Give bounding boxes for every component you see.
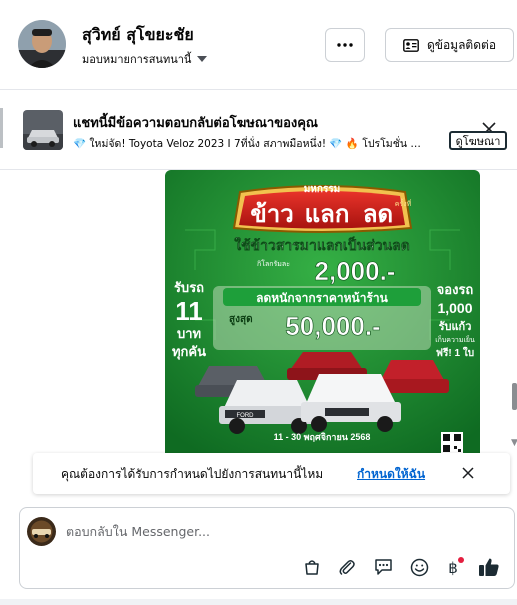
view-contact-label: ดูข้อมูลติดต่อ bbox=[426, 37, 497, 52]
promo-date: 11 - 30 พฤศจิกายน 2568 bbox=[274, 432, 371, 442]
assign-label: มอบหมายการสนทนานี้ bbox=[82, 53, 192, 66]
conversation-header: สุวิทย์ สุโขยะชัย มอบหมายการสนทนานี้ ดูข… bbox=[0, 0, 517, 90]
promo-right-line3: เก็บความเย็น bbox=[435, 335, 475, 344]
promo-right-line4: ฟรี! 1 ใบ bbox=[436, 346, 474, 359]
attach-button[interactable] bbox=[336, 556, 358, 578]
more-button[interactable] bbox=[325, 28, 365, 62]
svg-text:฿: ฿ bbox=[448, 559, 458, 577]
reply-composer: ฿ bbox=[19, 507, 515, 589]
assign-conversation-dropdown[interactable]: มอบหมายการสนทนานี้ bbox=[82, 50, 208, 68]
promo-right-line1: จองรถ bbox=[437, 282, 474, 297]
bag-icon bbox=[305, 560, 319, 575]
promo-graphic: มหกรรม ข้าว แลก ลด ครั้งที่ ใช้ข้าวสารมา… bbox=[165, 170, 480, 455]
avatar[interactable] bbox=[18, 20, 66, 68]
message-thread[interactable]: มหกรรม ข้าว แลก ลด ครั้งที่ ใช้ข้าวสารมา… bbox=[0, 170, 512, 500]
bottom-edge bbox=[0, 599, 517, 605]
caret-down-icon bbox=[197, 56, 208, 62]
baht-icon: ฿ bbox=[448, 557, 464, 577]
promo-max-label: สูงสุด bbox=[229, 314, 253, 326]
promo-discount-label: ลดหนักจากราคาหน้าร้าน bbox=[256, 291, 389, 305]
avatar-photo bbox=[18, 20, 66, 68]
promo-right-line2: รับแก้ว bbox=[439, 320, 472, 333]
promo-headline-word-2: แลก bbox=[305, 201, 350, 228]
contact-card-icon bbox=[403, 38, 419, 52]
promo-per-kg-label: กิโลกรัมละ bbox=[257, 259, 290, 268]
ad-reply-bar: แชทนี้มีข้อความตอบกลับต่อโฆษณาของคุณ 💎 ใ… bbox=[0, 90, 517, 170]
view-contact-button[interactable]: ดูข้อมูลติดต่อ bbox=[385, 28, 514, 62]
promo-headline-word-3: ลด bbox=[363, 201, 393, 228]
user-name[interactable]: สุวิทย์ สุโขยะชัย bbox=[82, 23, 194, 48]
promo-left-number: 11 bbox=[175, 296, 203, 326]
assign-prompt-text: คุณต้องการได้รับการกำหนดไปยังการสนทนานี้… bbox=[61, 467, 324, 481]
smiley-icon bbox=[410, 558, 428, 576]
shop-bag-button[interactable] bbox=[301, 556, 323, 578]
promo-left-line3: ทุกคัน bbox=[172, 344, 206, 360]
promo-image-message[interactable]: มหกรรม ข้าว แลก ลด ครั้งที่ ใช้ข้าวสารมา… bbox=[165, 170, 480, 455]
assign-prompt-banner: คุณต้องการได้รับการกำหนดไปยังการสนทนานี้… bbox=[33, 453, 510, 494]
close-icon[interactable] bbox=[461, 466, 475, 480]
emoji-button[interactable] bbox=[408, 556, 430, 578]
promo-subtitle: ใช้ข้าวสารมาแลกเป็นส่วนลด bbox=[234, 236, 410, 253]
scroll-down-icon[interactable]: ▼ bbox=[511, 438, 517, 448]
page-avatar-image bbox=[27, 517, 56, 546]
ad-thumbnail-image bbox=[23, 110, 63, 150]
promo-max-value: 50,000.- bbox=[285, 311, 380, 341]
promo-left-line2: บาท bbox=[177, 326, 201, 341]
ad-reply-title: แชทนี้มีข้อความตอบกลับต่อโฆษณาของคุณ bbox=[73, 116, 318, 131]
chat-bubble-icon bbox=[374, 559, 392, 575]
ad-thumbnail[interactable] bbox=[23, 110, 63, 150]
reply-input[interactable] bbox=[66, 521, 486, 541]
more-icon bbox=[337, 43, 353, 47]
payment-button[interactable]: ฿ bbox=[444, 556, 466, 578]
promo-right-number: 1,000 bbox=[437, 300, 472, 316]
thumbs-up-icon bbox=[479, 558, 499, 576]
saved-reply-button[interactable] bbox=[372, 556, 394, 578]
svg-text:FORD: FORD bbox=[237, 413, 255, 419]
view-ad-button[interactable]: ดูโฆษณา bbox=[449, 131, 507, 150]
ad-snippet: 💎 ใหม่จัด! Toyota Veloz 2023 I 7ที่นั่ง … bbox=[73, 138, 421, 150]
thread-scrollbar-thumb[interactable] bbox=[512, 383, 517, 410]
qr-code-icon bbox=[441, 432, 463, 454]
promo-per-kg-value: 2,000.- bbox=[315, 256, 396, 286]
like-button[interactable] bbox=[478, 556, 500, 578]
promo-headline-word-1: ข้าว bbox=[250, 201, 293, 228]
promo-left-line1: รับรถ bbox=[174, 280, 204, 295]
assign-to-me-link[interactable]: กำหนดให้ฉัน bbox=[357, 465, 425, 484]
left-scrollbar[interactable] bbox=[0, 108, 3, 148]
promo-event-word: มหกรรม bbox=[304, 184, 341, 195]
page-avatar bbox=[27, 517, 56, 546]
paperclip-icon bbox=[339, 560, 355, 575]
